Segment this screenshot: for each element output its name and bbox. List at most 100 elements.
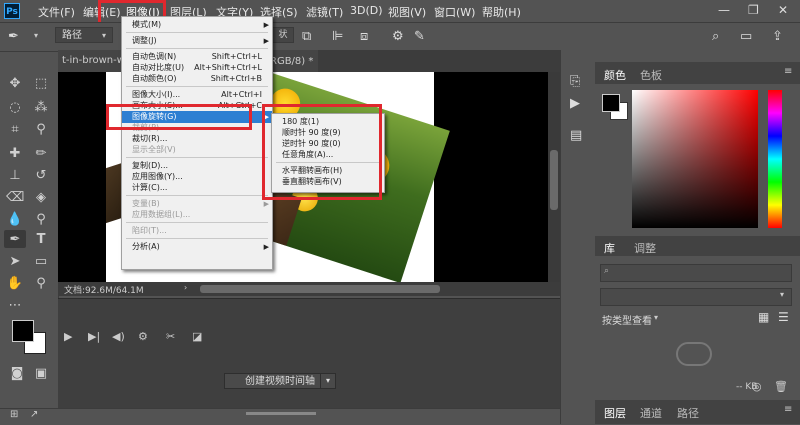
annotation-box-image-rotation: [106, 104, 252, 130]
menu-3d[interactable]: 3D(D): [350, 4, 383, 17]
menu-view[interactable]: 视图(V): [388, 4, 426, 20]
eraser-tool-icon[interactable]: ⌫: [6, 190, 24, 205]
share-icon[interactable]: ⇪: [772, 29, 783, 44]
hue-slider[interactable]: [768, 90, 782, 228]
pen-tool-icon[interactable]: ✒: [6, 232, 24, 247]
timeline-zoom-icon[interactable]: ⊞: [10, 409, 18, 420]
zoom-tool-icon[interactable]: ⚲: [32, 276, 50, 291]
gear-icon[interactable]: ⚙: [392, 29, 404, 44]
image-menu-item: 应用数据组(L)...: [122, 209, 272, 221]
path-arrangement-icon[interactable]: ⧈: [360, 29, 368, 44]
close-icon[interactable]: ✕: [778, 3, 788, 17]
foreground-color-swatch[interactable]: [12, 320, 34, 342]
timeline-panel: [58, 298, 560, 409]
timeline-dropdown-chevron-icon[interactable]: ▾: [320, 373, 336, 389]
image-menu-item-label: 应用数据组(L)...: [132, 210, 191, 219]
menu-help[interactable]: 帮助(H): [482, 4, 521, 20]
hand-tool-icon[interactable]: ✋: [6, 276, 24, 291]
history-brush-tool-icon[interactable]: ↺: [32, 168, 50, 183]
list-view-icon[interactable]: ☰: [778, 310, 789, 324]
image-menu-item[interactable]: 计算(C)...: [122, 182, 272, 194]
play-icon[interactable]: ▶: [64, 330, 72, 343]
blur-tool-icon[interactable]: 💧: [6, 212, 24, 227]
audio-icon[interactable]: ◀): [112, 330, 125, 343]
eyedropper-tool-icon[interactable]: ⚲: [32, 122, 50, 137]
actions-panel-icon[interactable]: ▶: [570, 96, 580, 111]
library-select-chevron-icon: ▾: [780, 290, 785, 299]
pen-tool-icon[interactable]: ✒: [8, 29, 19, 44]
image-menu-item-label: 陷印(T)...: [132, 226, 167, 235]
tab-libraries[interactable]: 库: [604, 240, 615, 256]
transition-icon[interactable]: ◪: [192, 330, 202, 343]
status-arrow-icon[interactable]: ›: [184, 283, 187, 292]
path-operations-icon[interactable]: ⧉: [302, 29, 311, 44]
minimize-icon[interactable]: —: [718, 3, 730, 17]
restore-icon[interactable]: ❐: [748, 3, 759, 17]
crop-tool-icon[interactable]: ⌗: [6, 122, 24, 137]
sync-icon[interactable]: ◎: [752, 380, 762, 393]
settings-icon[interactable]: ⚙: [138, 330, 148, 343]
lasso-tool-icon[interactable]: ◌: [6, 100, 24, 115]
quick-mask-icon[interactable]: ◙: [8, 366, 26, 381]
view-by-type[interactable]: 按类型查看: [602, 312, 652, 327]
more-tools-icon[interactable]: ⋯: [6, 298, 24, 313]
auto-add-delete-icon[interactable]: ✎: [414, 29, 425, 44]
shape-button[interactable]: 状: [272, 27, 294, 43]
grid-view-icon[interactable]: ▦: [758, 310, 769, 324]
history-panel-icon[interactable]: ⎘: [570, 74, 580, 89]
menu-filter[interactable]: 滤镜(T): [306, 4, 343, 20]
view-by-chevron-icon[interactable]: ▾: [654, 313, 658, 322]
image-menu-item-label: 自动颜色(O): [132, 74, 177, 83]
scissors-icon[interactable]: ✂: [166, 330, 175, 343]
dodge-tool-icon[interactable]: ⚲: [32, 212, 50, 227]
horizontal-scroll-thumb[interactable]: [200, 285, 440, 293]
search-icon[interactable]: ⌕: [712, 29, 719, 44]
layers-panel-menu-icon[interactable]: ≡: [784, 404, 792, 415]
library-select[interactable]: [600, 288, 792, 306]
magic-wand-tool-icon[interactable]: ⁂: [32, 100, 50, 115]
panel-menu-icon[interactable]: ≡: [784, 66, 792, 77]
healing-brush-tool-icon[interactable]: ✚: [6, 146, 24, 161]
convert-icon[interactable]: ↗: [30, 409, 38, 420]
marquee-tool-icon[interactable]: ⬚: [32, 76, 50, 91]
vertical-scroll-thumb[interactable]: [550, 150, 558, 210]
menu-window[interactable]: 窗口(W): [434, 4, 475, 20]
bottom-bar: [0, 408, 560, 425]
creative-cloud-icon: [676, 342, 712, 366]
properties-panel-icon[interactable]: ▤: [570, 128, 582, 143]
menu-separator: [126, 222, 268, 223]
workspace-icon[interactable]: ▭: [740, 29, 752, 44]
image-menu-item[interactable]: 自动颜色(O) Shift+Ctrl+B: [122, 73, 272, 85]
panel-foreground-swatch[interactable]: [602, 94, 620, 112]
rectangle-tool-icon[interactable]: ▭: [32, 254, 50, 269]
image-menu-item-label: 显示全部(V): [132, 145, 176, 154]
trash-icon[interactable]: 🗑: [774, 380, 788, 393]
brush-tool-icon[interactable]: ✏: [32, 146, 50, 161]
image-menu-item[interactable]: 分析(A) ▶: [122, 241, 272, 253]
image-menu-item: 陷印(T)...: [122, 225, 272, 237]
shape-button-label: 状: [278, 30, 288, 40]
tab-layers[interactable]: 图层: [604, 405, 626, 421]
menu-file[interactable]: 文件(F): [38, 4, 75, 20]
timeline-zoom-slider[interactable]: [246, 412, 316, 415]
image-menu-item[interactable]: 调整(J) ▶: [122, 35, 272, 47]
canvas-left-region: [58, 72, 106, 282]
tool-preset-chevron-icon[interactable]: ▾: [34, 31, 38, 40]
image-menu-item[interactable]: 模式(M) ▶: [122, 19, 272, 31]
paint-bucket-tool-icon[interactable]: ◈: [32, 190, 50, 205]
move-tool-icon[interactable]: ✥: [6, 76, 24, 91]
tab-color[interactable]: 颜色: [604, 67, 626, 83]
library-panel-tabbar: [595, 236, 800, 256]
step-forward-icon[interactable]: ▶|: [88, 330, 100, 343]
type-tool-icon[interactable]: T: [32, 232, 50, 247]
path-selection-tool-icon[interactable]: ➤: [6, 254, 24, 269]
tab-channels[interactable]: 通道: [640, 405, 662, 421]
color-picker-field[interactable]: [632, 90, 758, 228]
clone-stamp-tool-icon[interactable]: ⊥: [6, 168, 24, 183]
screen-mode-icon[interactable]: ▣: [32, 366, 50, 381]
library-search-input[interactable]: [600, 264, 792, 282]
path-alignment-icon[interactable]: ⊫: [332, 29, 343, 44]
tab-adjustments[interactable]: 调整: [634, 240, 656, 256]
tab-paths[interactable]: 路径: [677, 405, 699, 421]
tab-swatches[interactable]: 色板: [640, 67, 662, 83]
